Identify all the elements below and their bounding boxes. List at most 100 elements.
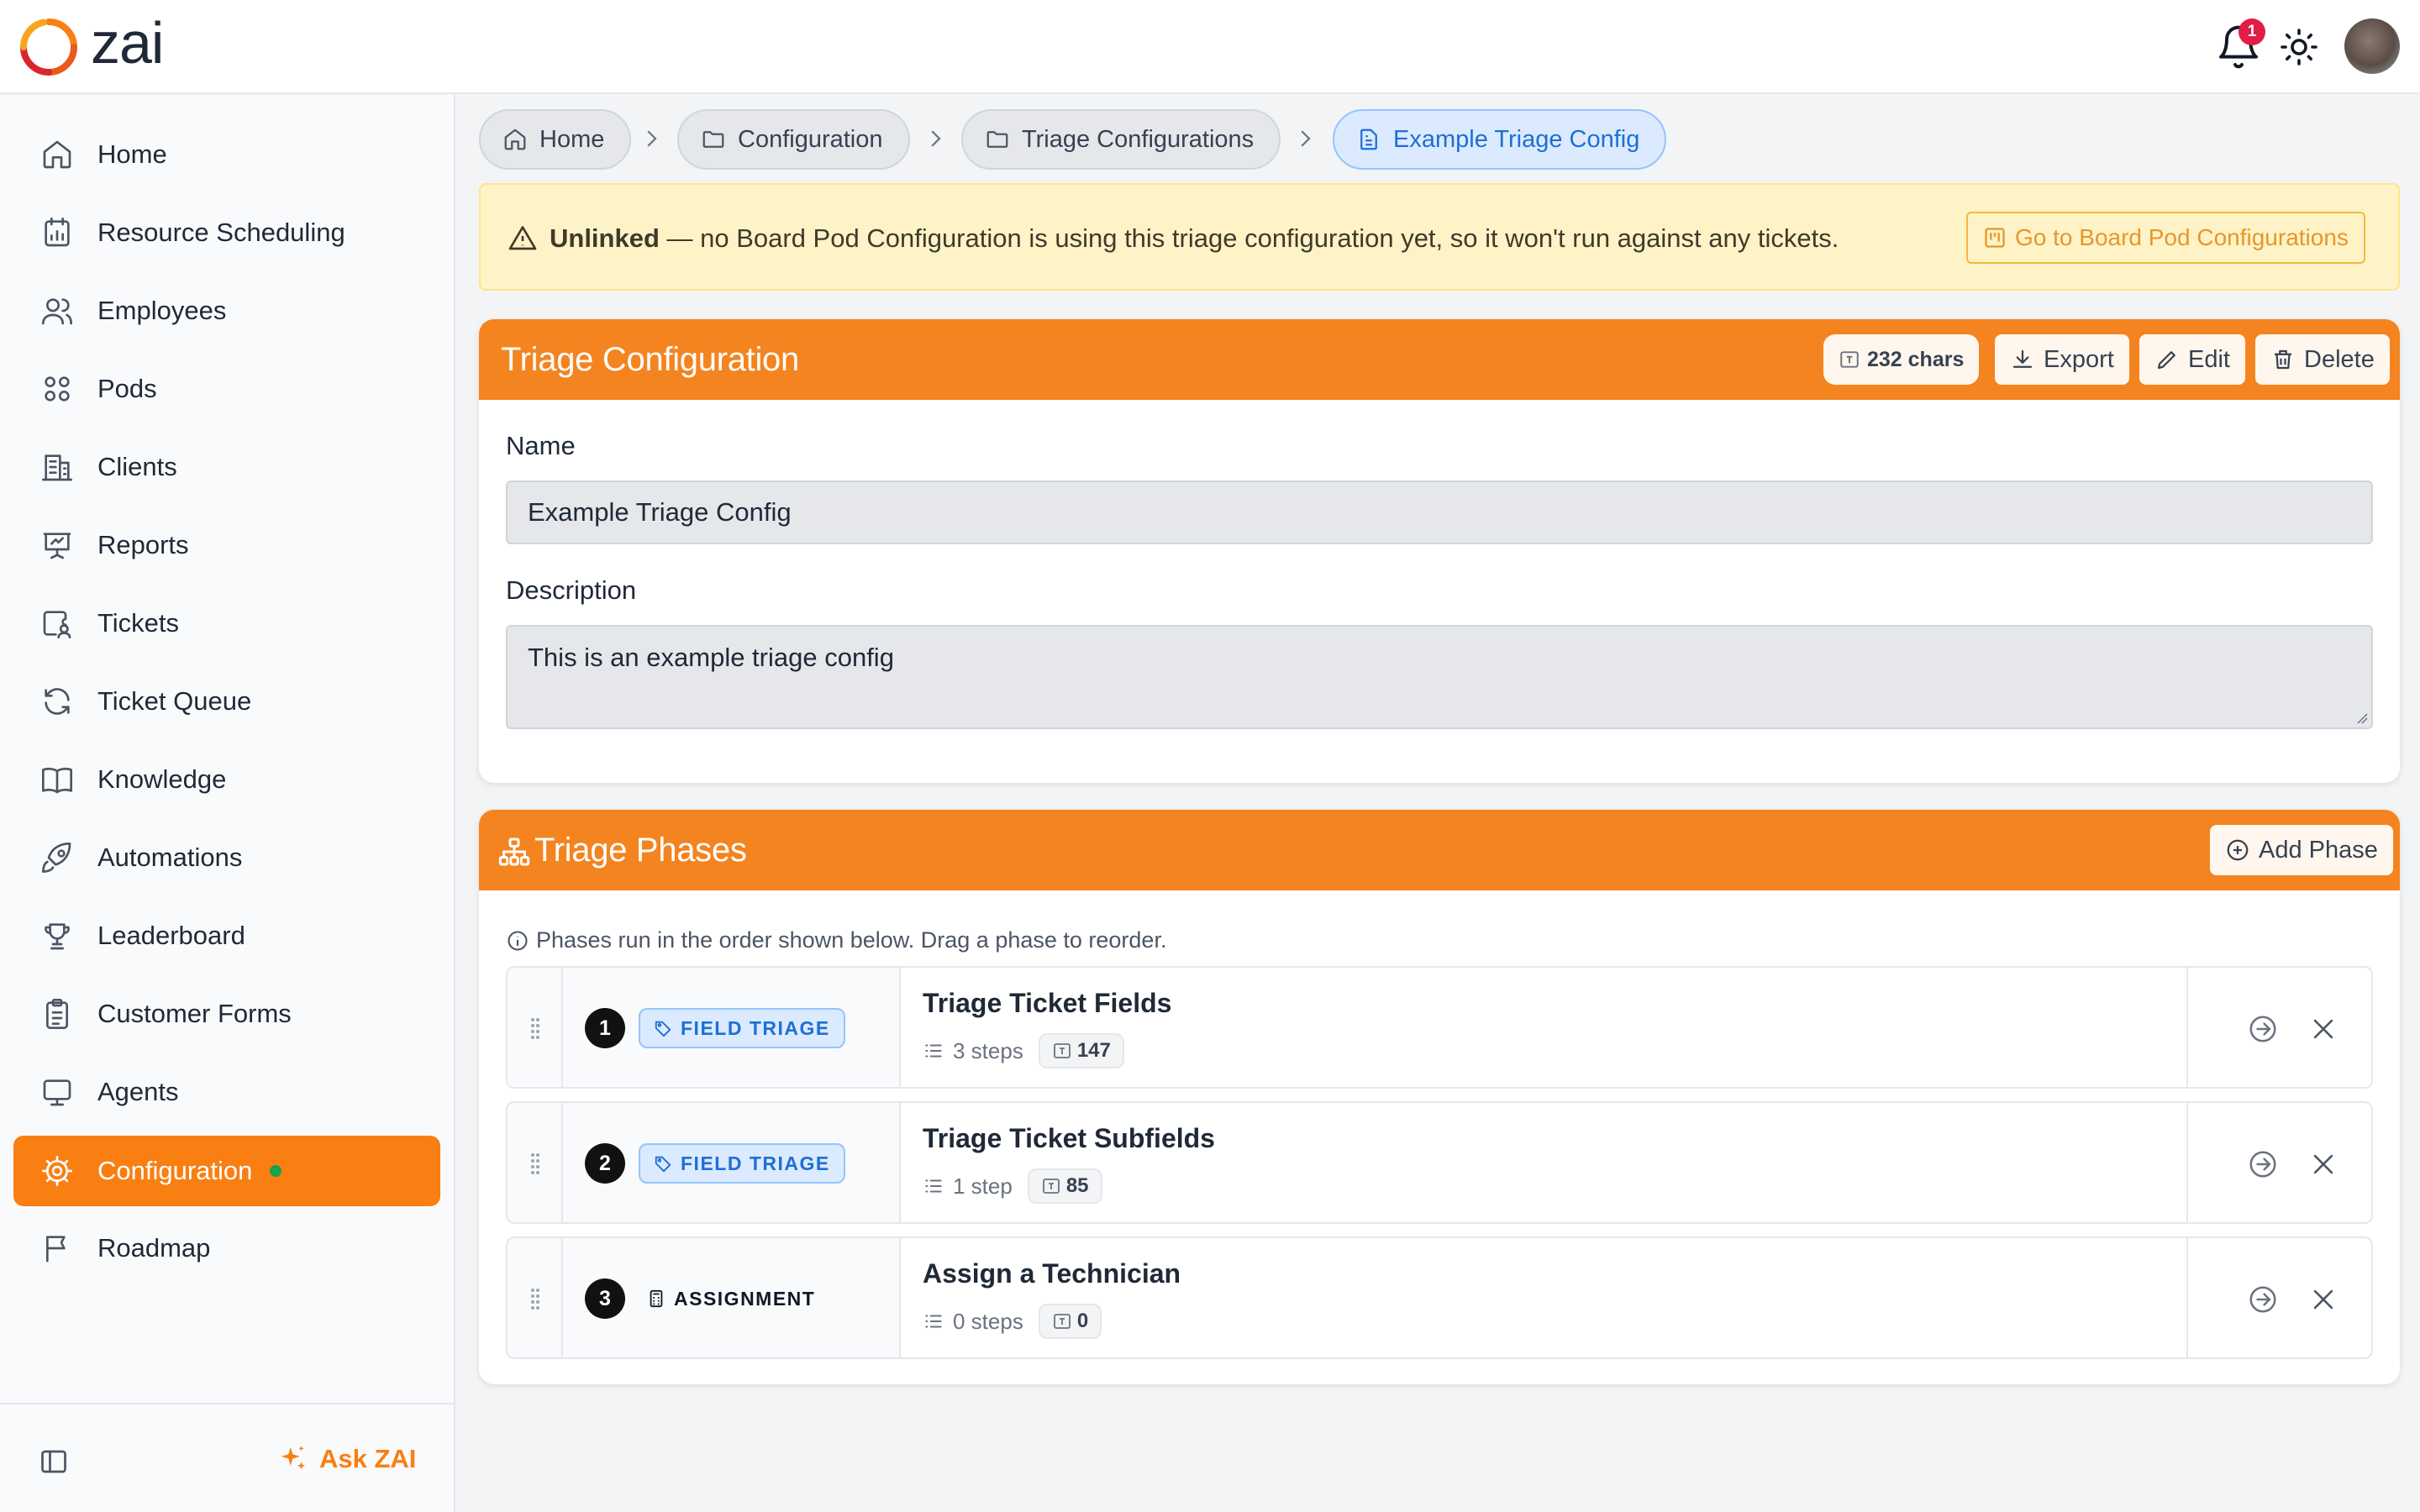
export-button[interactable]: Export xyxy=(1995,334,2129,385)
close-icon[interactable] xyxy=(2309,1150,2338,1179)
theme-toggle[interactable] xyxy=(2279,27,2319,67)
list-icon xyxy=(923,1310,944,1332)
chevron-right-icon xyxy=(931,130,941,147)
user-avatar[interactable] xyxy=(2344,18,2400,74)
go-to-board-pod-configurations-button[interactable]: Go to Board Pod Configurations xyxy=(1966,212,2365,264)
top-bar: zai 1 xyxy=(0,0,2420,94)
phase-type-column: 3 ASSIGNMENT xyxy=(563,1238,901,1357)
card-header: Triage Configuration 232 chars Export Ed… xyxy=(479,319,2400,400)
kanban-icon xyxy=(1985,228,2005,248)
banner-button-label: Go to Board Pod Configurations xyxy=(2015,224,2349,250)
phase-title: Triage Ticket Subfields xyxy=(923,1123,1215,1153)
edit-button[interactable]: Edit xyxy=(2139,334,2245,385)
phase-row[interactable]: 2 FIELD TRIAGE Triage Ticket Subfields 1 st… xyxy=(506,1101,2373,1224)
breadcrumb-current: Example Triage Config xyxy=(1333,109,1667,170)
sidebar-item-reports[interactable]: Reports xyxy=(13,510,440,580)
notification-badge: 1 xyxy=(2238,18,2265,45)
phase-row[interactable]: 1 FIELD TRIAGE Triage Ticket Fields 3 steps… xyxy=(506,966,2373,1089)
sidebar-item-label: Agents xyxy=(97,1077,179,1106)
sidebar-item-agents[interactable]: Agents xyxy=(13,1057,440,1127)
sidebar-item-configuration[interactable]: Configuration xyxy=(13,1136,440,1206)
banner-text: — no Board Pod Configuration is using th… xyxy=(659,223,1839,253)
phase-details[interactable]: Assign a Technician 0 steps 0 xyxy=(901,1238,2186,1357)
phase-type-badge: ASSIGNMENT xyxy=(647,1278,815,1319)
sidebar-item-pods[interactable]: Pods xyxy=(13,354,440,424)
phase-actions xyxy=(2186,1238,2371,1357)
phase-count-badge: 0 xyxy=(1038,1304,1102,1339)
close-icon[interactable] xyxy=(2309,1285,2338,1314)
collapse-sidebar-button[interactable] xyxy=(39,1446,69,1477)
chevron-right-icon xyxy=(647,130,657,147)
logo-text: zai xyxy=(91,10,164,76)
delete-label: Delete xyxy=(2304,345,2375,373)
warning-icon xyxy=(508,226,537,250)
sidebar-item-clients[interactable]: Clients xyxy=(13,432,440,502)
sidebar-item-knowledge[interactable]: Knowledge xyxy=(13,744,440,815)
sidebar-item-label: Tickets xyxy=(97,608,180,638)
building-icon xyxy=(40,450,74,484)
card-title: Triage Phases xyxy=(534,832,747,869)
sidebar-item-label: Resource Scheduling xyxy=(97,218,345,247)
resize-handle-icon[interactable] xyxy=(2354,711,2368,724)
sidebar-item-label: Knowledge xyxy=(97,764,227,794)
text-box-icon xyxy=(1840,351,1859,368)
sidebar-item-label: Configuration xyxy=(97,1156,253,1185)
sidebar-item-ticket-queue[interactable]: Ticket Queue xyxy=(13,666,440,737)
tag-icon xyxy=(654,1154,672,1173)
phase-row[interactable]: 3 ASSIGNMENT Assign a Technician 0 steps 0 xyxy=(506,1236,2373,1359)
breadcrumb-home[interactable]: Home xyxy=(479,109,632,170)
grip-vertical-icon xyxy=(531,1018,539,1039)
list-icon xyxy=(923,1175,944,1197)
add-phase-button[interactable]: Add Phase xyxy=(2210,825,2393,875)
logo-ring-icon xyxy=(20,18,77,76)
description-value: This is an example triage config xyxy=(528,643,894,672)
arrow-right-circle-icon[interactable] xyxy=(2247,1284,2279,1315)
sidebar-item-resource-scheduling[interactable]: Resource Scheduling xyxy=(13,197,440,268)
breadcrumb-triage-configurations[interactable]: Triage Configurations xyxy=(961,109,1281,170)
delete-button[interactable]: Delete xyxy=(2255,334,2390,385)
description-label: Description xyxy=(506,575,637,605)
sidebar-item-label: Reports xyxy=(97,530,189,559)
sidebar-item-label: Automations xyxy=(97,843,243,872)
breadcrumb-label: Home xyxy=(539,125,605,153)
phases-info-text: Phases run in the order shown below. Dra… xyxy=(536,927,1167,953)
tag-icon xyxy=(654,1019,672,1037)
sidebar-item-leaderboard[interactable]: Leaderboard xyxy=(13,900,440,971)
export-label: Export xyxy=(2044,345,2114,373)
flag-icon xyxy=(40,1231,74,1265)
name-field[interactable]: Example Triage Config xyxy=(506,480,2373,544)
description-field[interactable]: This is an example triage config xyxy=(506,625,2373,729)
sidebar-item-roadmap[interactable]: Roadmap xyxy=(13,1213,440,1284)
sidebar-item-automations[interactable]: Automations xyxy=(13,822,440,893)
sidebar-item-home[interactable]: Home xyxy=(13,119,440,190)
sidebar-item-customer-forms[interactable]: Customer Forms xyxy=(13,979,440,1049)
phase-order-number: 1 xyxy=(585,1008,625,1048)
ask-zai-button[interactable]: Ask ZAI xyxy=(277,1438,416,1480)
phase-count-badge: 85 xyxy=(1027,1168,1102,1204)
edit-label: Edit xyxy=(2188,345,2230,373)
phase-count: 0 xyxy=(1076,1310,1089,1332)
arrow-right-circle-icon[interactable] xyxy=(2247,1013,2279,1045)
app-logo[interactable]: zai xyxy=(18,13,164,77)
calendar-chart-icon xyxy=(40,216,74,249)
refresh-icon xyxy=(40,685,74,718)
home-icon xyxy=(504,129,526,150)
sidebar-item-employees[interactable]: Employees xyxy=(13,276,440,346)
text-box-icon xyxy=(1052,1041,1072,1061)
card-header: Triage Phases Add Phase xyxy=(479,810,2400,890)
sidebar-item-tickets[interactable]: Tickets xyxy=(13,588,440,659)
sun-icon xyxy=(2281,29,2317,66)
clipboard-icon xyxy=(40,997,74,1031)
drag-handle[interactable] xyxy=(508,968,563,1087)
arrow-right-circle-icon[interactable] xyxy=(2247,1148,2279,1180)
sidebar-item-label: Roadmap xyxy=(97,1233,211,1263)
close-icon[interactable] xyxy=(2309,1015,2338,1043)
phase-type-badge: FIELD TRIAGE xyxy=(639,1143,845,1184)
breadcrumb-configuration[interactable]: Configuration xyxy=(677,109,910,170)
phase-details[interactable]: Triage Ticket Fields 3 steps 147 xyxy=(901,968,2186,1087)
phase-details[interactable]: Triage Ticket Subfields 1 step 85 xyxy=(901,1103,2186,1222)
drag-handle[interactable] xyxy=(508,1103,563,1222)
phase-type-badge: FIELD TRIAGE xyxy=(639,1008,845,1048)
phase-meta: 0 steps 0 xyxy=(923,1304,1102,1339)
drag-handle[interactable] xyxy=(508,1238,563,1357)
